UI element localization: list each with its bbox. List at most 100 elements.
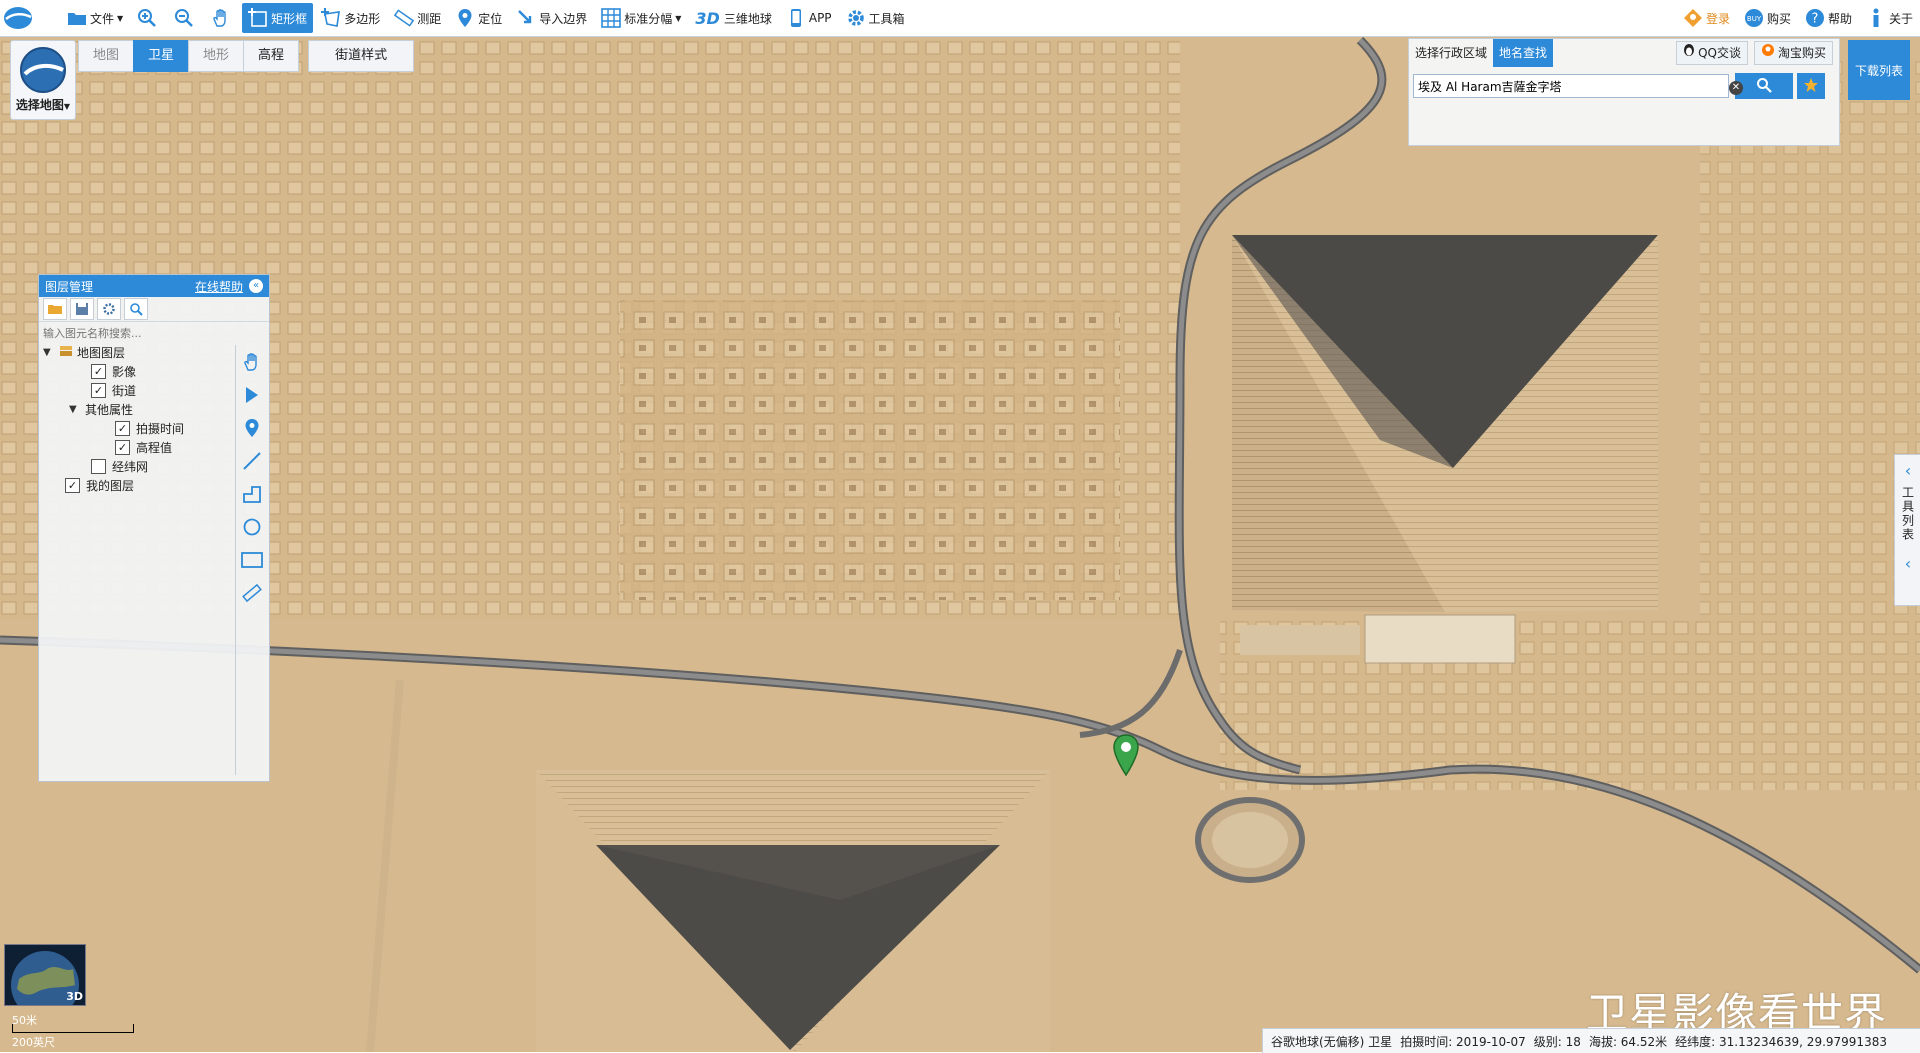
help-button[interactable]: ? 帮助: [1799, 3, 1858, 33]
rectangle-icon[interactable]: [236, 543, 268, 576]
hand-icon[interactable]: [236, 345, 268, 378]
collapse-icon[interactable]: «: [249, 279, 263, 293]
tree-item-graticule[interactable]: 经纬网: [91, 457, 148, 475]
checkbox-checked[interactable]: ✓: [115, 439, 130, 455]
layer-search-input[interactable]: [39, 322, 235, 344]
scale-bar: [12, 1024, 134, 1033]
search-panel: 选择行政区域 地名查找 QQ交谈 淘宝购买 ✕: [1408, 38, 1840, 146]
map-type-tabs: 地图 卫星 地形 高程 街道样式: [78, 40, 415, 72]
clear-search-icon[interactable]: ✕: [1729, 81, 1743, 95]
tree-item-streets[interactable]: ✓ 街道: [91, 381, 136, 399]
search-icon[interactable]: [124, 298, 148, 320]
measure-label: 测距: [417, 11, 442, 26]
location-marker-icon[interactable]: [236, 411, 268, 444]
tree-item-my-layers[interactable]: ✓ 我的图层: [65, 476, 134, 494]
about-button[interactable]: 关于: [1860, 3, 1919, 33]
tab-map[interactable]: 地图: [78, 40, 135, 72]
tree-label: 地图图层: [77, 345, 126, 360]
circle-icon[interactable]: [236, 510, 268, 543]
help-label: 帮助: [1827, 11, 1852, 26]
taobao-icon: [1761, 42, 1775, 64]
download-list-button[interactable]: 下载列表: [1848, 40, 1910, 100]
measure-button[interactable]: 测距: [388, 3, 447, 33]
qq-penguin-icon: [1683, 42, 1695, 64]
svg-text:?: ?: [1812, 12, 1819, 27]
polygon-button[interactable]: 多边形: [315, 3, 386, 33]
place-search-input[interactable]: [1413, 74, 1729, 98]
tab-place-search[interactable]: 地名查找: [1493, 39, 1554, 67]
import-border-button[interactable]: 导入边界: [510, 3, 593, 33]
chevron-down-icon[interactable]: ▼: [69, 404, 81, 415]
chevron-left-icon[interactable]: ‹: [1905, 554, 1911, 573]
import-arrow-icon: [516, 8, 536, 28]
app-button[interactable]: APP: [780, 3, 838, 33]
favorite-button[interactable]: [1797, 73, 1825, 99]
login-label: 登录: [1705, 11, 1730, 26]
chevron-left-icon[interactable]: ‹: [1905, 461, 1911, 480]
support-buttons: QQ交谈 淘宝购买: [1670, 41, 1833, 65]
pointer-icon[interactable]: [236, 378, 268, 411]
map-select-label: 选择地图: [15, 98, 64, 112]
search-button[interactable]: [1735, 73, 1793, 99]
file-menu[interactable]: 文件 ▼: [61, 3, 129, 33]
tree-item-elevation[interactable]: ✓ 高程值: [115, 438, 172, 456]
tree-label: 其他属性: [85, 402, 134, 417]
checkbox-unchecked[interactable]: [91, 458, 106, 474]
user-badge-icon: [1683, 8, 1703, 28]
status-coordinates: 经纬度: 31.13234639, 29.97991383: [1675, 1034, 1887, 1049]
tab-terrain[interactable]: 地形: [188, 40, 245, 72]
taobao-buy-button[interactable]: 淘宝购买: [1753, 41, 1833, 65]
location-pin-icon[interactable]: [1112, 733, 1140, 780]
tree-item-map-layers[interactable]: ▼ 地图图层: [43, 343, 125, 361]
satellite-map[interactable]: [0, 0, 1920, 1052]
open-folder-icon[interactable]: [43, 298, 67, 320]
tab-elevation[interactable]: 高程: [243, 40, 300, 72]
three-d-earth-label: 三维地球: [723, 11, 772, 26]
zoom-out-button[interactable]: [168, 3, 203, 33]
save-icon[interactable]: [70, 298, 94, 320]
tree-item-imagery[interactable]: ✓ 影像: [91, 362, 136, 380]
draw-toolbar: [235, 345, 268, 775]
pan-button[interactable]: [205, 3, 240, 33]
toolbox-button[interactable]: 工具箱: [840, 3, 911, 33]
app-logo-icon[interactable]: [0, 1, 36, 35]
zoom-in-button[interactable]: [131, 3, 166, 33]
checkbox-checked[interactable]: ✓: [65, 477, 80, 493]
tool-list-side-tab[interactable]: ‹ 工具列表 ‹: [1894, 454, 1920, 606]
settings-icon[interactable]: [97, 298, 121, 320]
locate-label: 定位: [478, 11, 503, 26]
three-d-badge: 3D: [66, 990, 83, 1003]
login-button[interactable]: 登录: [1677, 3, 1736, 33]
hand-icon: [211, 8, 231, 28]
grid-button[interactable]: 标准分幅 ▼: [595, 3, 687, 33]
street-style-button[interactable]: 街道样式: [308, 40, 415, 72]
import-border-label: 导入边界: [539, 11, 588, 26]
tree-label: 拍摄时间: [136, 421, 185, 436]
tree-label: 影像: [112, 364, 137, 379]
tab-satellite[interactable]: 卫星: [133, 40, 190, 72]
layer-tools: [39, 297, 269, 322]
chevron-down-icon[interactable]: ▼: [43, 347, 55, 358]
toolbox-label: 工具箱: [868, 11, 905, 26]
checkbox-checked[interactable]: ✓: [91, 382, 106, 398]
app-label: APP: [808, 11, 832, 25]
buy-button[interactable]: BUY 购买: [1738, 3, 1797, 33]
map-select-button[interactable]: 选择地图▼: [10, 40, 76, 120]
three-d-earth-button[interactable]: 3D 三维地球: [689, 3, 777, 33]
help-icon: ?: [1805, 8, 1825, 28]
ruler-icon[interactable]: [236, 576, 268, 609]
polygon-icon[interactable]: [236, 477, 268, 510]
mini-globe-3d-button[interactable]: 3D: [4, 944, 86, 1019]
checkbox-checked[interactable]: ✓: [115, 420, 130, 436]
tree-item-capture-time[interactable]: ✓ 拍摄时间: [115, 419, 184, 437]
qq-chat-button[interactable]: QQ交谈: [1676, 41, 1748, 65]
taobao-buy-label: 淘宝购买: [1777, 46, 1826, 60]
rect-select-button[interactable]: 矩形框: [242, 3, 314, 33]
tab-select-region[interactable]: 选择行政区域: [1409, 39, 1493, 67]
checkbox-checked[interactable]: ✓: [91, 363, 106, 379]
online-help-link[interactable]: 在线帮助: [195, 278, 243, 295]
rect-select-label: 矩形框: [271, 11, 308, 26]
line-icon[interactable]: [236, 444, 268, 477]
tree-item-other-props[interactable]: ▼ 其他属性: [69, 400, 133, 418]
locate-button[interactable]: 定位: [449, 3, 508, 33]
